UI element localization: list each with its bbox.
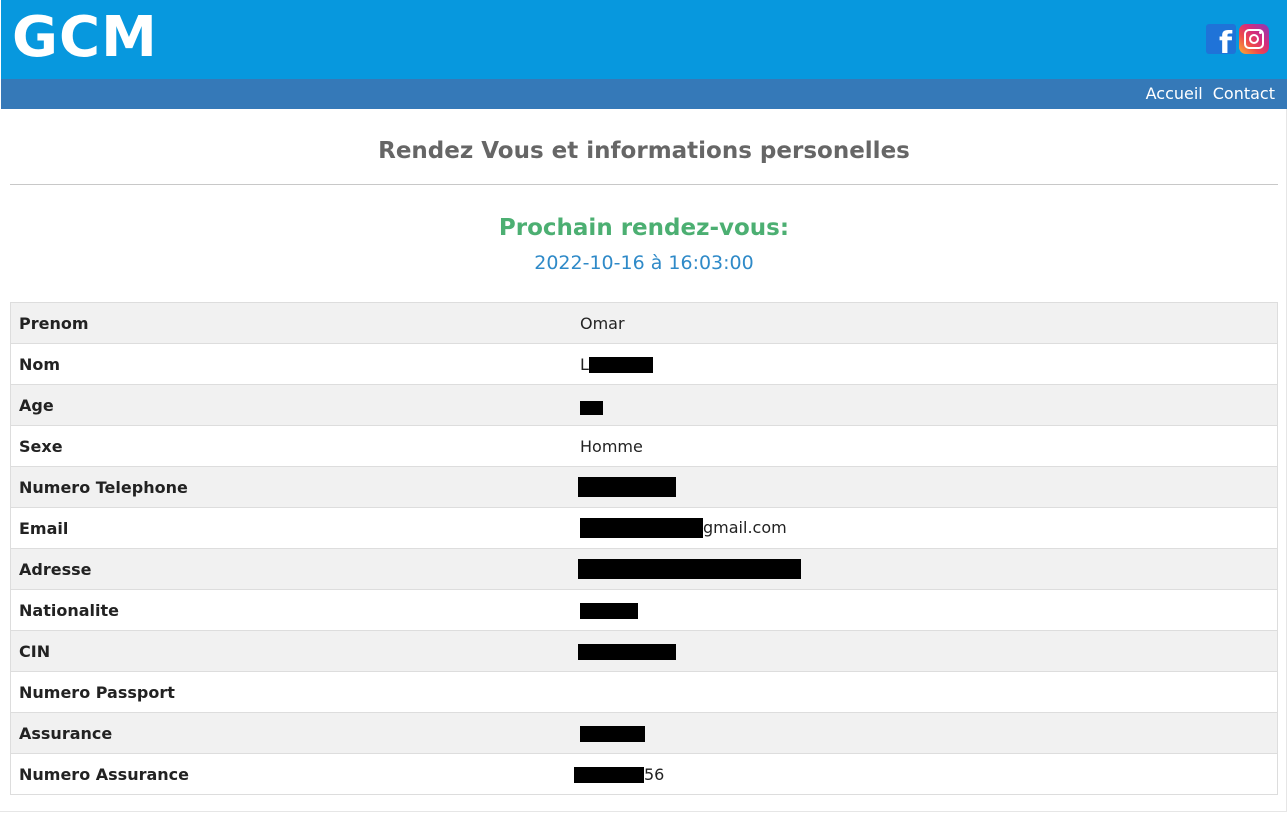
field-value-age <box>572 384 1278 426</box>
field-value-sexe: Homme <box>572 425 1278 467</box>
field-value-prenom: Omar <box>572 302 1278 344</box>
instagram-icon[interactable] <box>1239 24 1269 54</box>
field-value-adresse <box>572 548 1278 590</box>
table-row: CIN <box>10 630 1278 672</box>
facebook-icon[interactable]: f <box>1206 24 1236 54</box>
nav-links: Accueil Contact <box>1146 84 1275 104</box>
field-label-prenom: Prenom <box>10 302 572 344</box>
table-row: Email gmail.com <box>10 507 1278 549</box>
field-value-email: gmail.com <box>572 507 1278 549</box>
table-row: Adresse <box>10 548 1278 590</box>
page-title: Rendez Vous et informations personelles <box>378 138 910 164</box>
field-label-email: Email <box>10 507 572 549</box>
field-label-nationalite: Nationalite <box>10 589 572 631</box>
field-label-numero-assurance: Numero Assurance <box>10 753 572 795</box>
redaction-block <box>588 357 653 373</box>
next-appointment-date: 2022-10-16 à 16:03:00 <box>534 252 754 274</box>
divider <box>10 184 1278 185</box>
redaction-block <box>580 603 638 619</box>
site-logo[interactable]: GCM <box>12 4 158 72</box>
redaction-block <box>580 726 645 742</box>
table-row: Nationalite <box>10 589 1278 631</box>
table-row: Age <box>10 384 1278 426</box>
field-label-sexe: Sexe <box>10 425 572 467</box>
table-row: Numero Assurance 56 <box>10 753 1278 795</box>
field-value-cin <box>572 630 1278 672</box>
field-label-passport: Numero Passport <box>10 671 572 713</box>
field-value-numero-assurance: 56 <box>572 753 1278 795</box>
header: GCM f <box>1 0 1287 79</box>
field-label-assurance: Assurance <box>10 712 572 754</box>
navbar: Accueil Contact <box>1 79 1287 109</box>
table-row: Sexe Homme <box>10 425 1278 467</box>
nav-link-contact[interactable]: Contact <box>1213 84 1275 104</box>
field-label-nom: Nom <box>10 343 572 385</box>
table-row: Numero Telephone <box>10 466 1278 508</box>
table-row: Assurance <box>10 712 1278 754</box>
redaction-block <box>578 477 676 498</box>
field-label-cin: CIN <box>10 630 572 672</box>
nav-link-accueil[interactable]: Accueil <box>1146 84 1203 104</box>
field-label-age: Age <box>10 384 572 426</box>
social-links: f <box>1206 24 1269 54</box>
redaction-block <box>580 400 603 415</box>
redaction-block <box>578 644 676 660</box>
redaction-block <box>578 559 801 580</box>
field-value-passport <box>572 671 1278 713</box>
table-row: Nom L <box>10 343 1278 385</box>
redaction-block <box>574 767 644 783</box>
field-value-nom: L <box>572 343 1278 385</box>
table-row: Prenom Omar <box>10 302 1278 344</box>
field-value-assurance <box>572 712 1278 754</box>
next-appointment-label: Prochain rendez-vous: <box>498 215 790 241</box>
redaction-block <box>580 518 703 539</box>
field-value-nationalite <box>572 589 1278 631</box>
personal-info-table: Prenom Omar Nom L Age Sexe Homme Numero … <box>10 302 1278 795</box>
table-row: Numero Passport <box>10 671 1278 713</box>
field-value-telephone <box>572 466 1278 508</box>
field-label-telephone: Numero Telephone <box>10 466 572 508</box>
field-label-adresse: Adresse <box>10 548 572 590</box>
